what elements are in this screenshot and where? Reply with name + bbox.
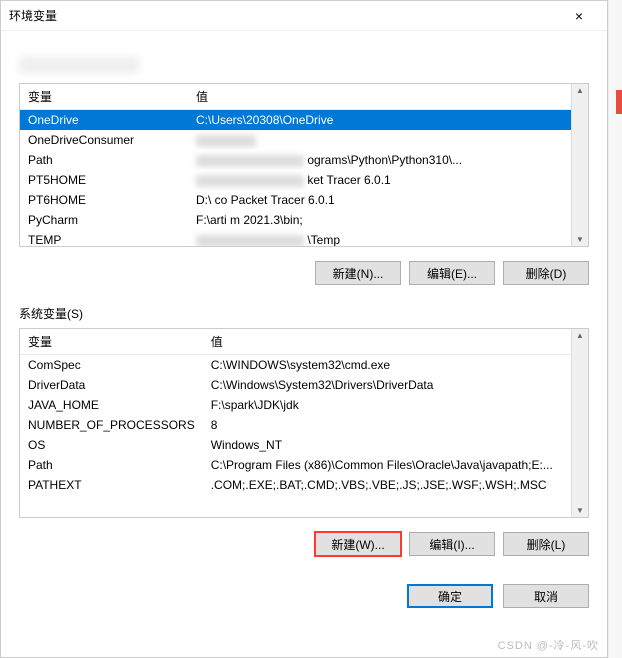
- var-value-cell: C:\Users\20308\OneDrive: [188, 110, 571, 131]
- var-name-cell: PATHEXT: [20, 475, 203, 495]
- var-name-cell: OneDrive: [20, 110, 188, 131]
- redacted-user-label: [19, 57, 139, 73]
- close-icon[interactable]: ×: [559, 2, 599, 30]
- var-name-cell: ComSpec: [20, 355, 203, 376]
- user-vars-scrollbar[interactable]: [571, 84, 588, 246]
- var-value-cell: F:\spark\JDK\jdk: [203, 395, 571, 415]
- var-name-cell: Path: [20, 150, 188, 170]
- ok-button[interactable]: 确定: [407, 584, 493, 608]
- dialog-content: 变量 值 OneDriveC:\Users\20308\OneDriveOneD…: [1, 31, 607, 566]
- user-new-button[interactable]: 新建(N)...: [315, 261, 401, 285]
- var-value-cell: C:\Windows\System32\Drivers\DriverData: [203, 375, 571, 395]
- var-value-cell: 8: [203, 415, 571, 435]
- system-edit-button[interactable]: 编辑(I)...: [409, 532, 495, 556]
- right-edge-red-marker: [616, 90, 622, 114]
- user-delete-button[interactable]: 删除(D): [503, 261, 589, 285]
- user-col-value[interactable]: 值: [188, 84, 571, 110]
- sys-col-value[interactable]: 值: [203, 329, 571, 355]
- redacted-value: xxxxxxxxxxxxxxxxxx: [196, 155, 304, 167]
- var-name-cell: Path: [20, 455, 203, 475]
- table-row[interactable]: ComSpecC:\WINDOWS\system32\cmd.exe: [20, 355, 571, 376]
- table-row[interactable]: OneDriveC:\Users\20308\OneDrive: [20, 110, 571, 131]
- sys-col-name[interactable]: 变量: [20, 329, 203, 355]
- user-section-heading: [19, 57, 589, 73]
- system-buttons-row: 新建(W)... 编辑(I)... 删除(L): [19, 518, 589, 566]
- title-bar: 环境变量 ×: [1, 1, 607, 31]
- env-vars-dialog: 环境变量 × 变量 值 OneDriveC:\Users\20308\OneDr…: [0, 0, 608, 658]
- var-value-cell: F:\arti m 2021.3\bin;: [188, 210, 571, 230]
- table-row[interactable]: NUMBER_OF_PROCESSORS8: [20, 415, 571, 435]
- right-edge-sliver: [608, 0, 622, 658]
- user-vars-table-wrap: 变量 值 OneDriveC:\Users\20308\OneDriveOneD…: [19, 83, 589, 247]
- var-name-cell: DriverData: [20, 375, 203, 395]
- var-value-cell: C:\Program Files (x86)\Common Files\Orac…: [203, 455, 571, 475]
- var-name-cell: PyCharm: [20, 210, 188, 230]
- user-buttons-row: 新建(N)... 编辑(E)... 删除(D): [19, 247, 589, 295]
- cancel-button[interactable]: 取消: [503, 584, 589, 608]
- table-row[interactable]: PATHEXT.COM;.EXE;.BAT;.CMD;.VBS;.VBE;.JS…: [20, 475, 571, 495]
- var-name-cell: PT6HOME: [20, 190, 188, 210]
- var-value-cell: C:\WINDOWS\system32\cmd.exe: [203, 355, 571, 376]
- table-row[interactable]: PT6HOMED:\ co Packet Tracer 6.0.1: [20, 190, 571, 210]
- var-name-cell: OS: [20, 435, 203, 455]
- system-vars-scrollbar[interactable]: [571, 329, 588, 517]
- table-row[interactable]: PT5HOMExxxxxxxxxxxxxxxxxx ket Tracer 6.0…: [20, 170, 571, 190]
- table-row[interactable]: DriverDataC:\Windows\System32\Drivers\Dr…: [20, 375, 571, 395]
- table-row[interactable]: Pathxxxxxxxxxxxxxxxxxx ograms\Python\Pyt…: [20, 150, 571, 170]
- var-value-cell: xxxxxxxxxxxxxxxxxx ograms\Python\Python3…: [188, 150, 571, 170]
- var-value-cell: xxxxxxxxxxxxxxxxxx \Temp: [188, 230, 571, 247]
- var-name-cell: NUMBER_OF_PROCESSORS: [20, 415, 203, 435]
- var-name-cell: JAVA_HOME: [20, 395, 203, 415]
- var-value-cell: .COM;.EXE;.BAT;.CMD;.VBS;.VBE;.JS;.JSE;.…: [203, 475, 571, 495]
- user-vars-table: 变量 值 OneDriveC:\Users\20308\OneDriveOneD…: [20, 84, 571, 247]
- watermark-text: CSDN @-冷-风-吹: [498, 637, 599, 653]
- system-vars-table-wrap: 变量 值 ComSpecC:\WINDOWS\system32\cmd.exeD…: [19, 328, 589, 518]
- var-name-cell: PT5HOME: [20, 170, 188, 190]
- dialog-footer: 确定 取消: [1, 566, 607, 618]
- system-new-button[interactable]: 新建(W)...: [315, 532, 401, 556]
- table-row[interactable]: TEMPxxxxxxxxxxxxxxxxxx \Temp: [20, 230, 571, 247]
- dialog-title: 环境变量: [9, 7, 559, 24]
- var-name-cell: TEMP: [20, 230, 188, 247]
- table-row[interactable]: PyCharmF:\arti m 2021.3\bin;: [20, 210, 571, 230]
- user-col-name[interactable]: 变量: [20, 84, 188, 110]
- redacted-value: xxxxxxxxxxxxxxxxxx: [196, 175, 304, 187]
- table-row[interactable]: JAVA_HOMEF:\spark\JDK\jdk: [20, 395, 571, 415]
- table-row[interactable]: OneDriveConsumer xxxxxxx: [20, 130, 571, 150]
- table-row[interactable]: PathC:\Program Files (x86)\Common Files\…: [20, 455, 571, 475]
- redacted-value: xxxxxxxxxxxxxxxxxx: [196, 235, 304, 247]
- system-section-label: 系统变量(S): [19, 305, 589, 322]
- var-value-cell: xxxxxxxxxxxxxxxxxx ket Tracer 6.0.1: [188, 170, 571, 190]
- table-row[interactable]: OSWindows_NT: [20, 435, 571, 455]
- system-delete-button[interactable]: 删除(L): [503, 532, 589, 556]
- var-value-cell: xxxxxxx: [188, 130, 571, 150]
- user-edit-button[interactable]: 编辑(E)...: [409, 261, 495, 285]
- var-value-cell: Windows_NT: [203, 435, 571, 455]
- var-name-cell: OneDriveConsumer: [20, 130, 188, 150]
- system-vars-table: 变量 值 ComSpecC:\WINDOWS\system32\cmd.exeD…: [20, 329, 571, 495]
- redacted-value: xxxxxxx: [196, 135, 256, 147]
- var-value-cell: D:\ co Packet Tracer 6.0.1: [188, 190, 571, 210]
